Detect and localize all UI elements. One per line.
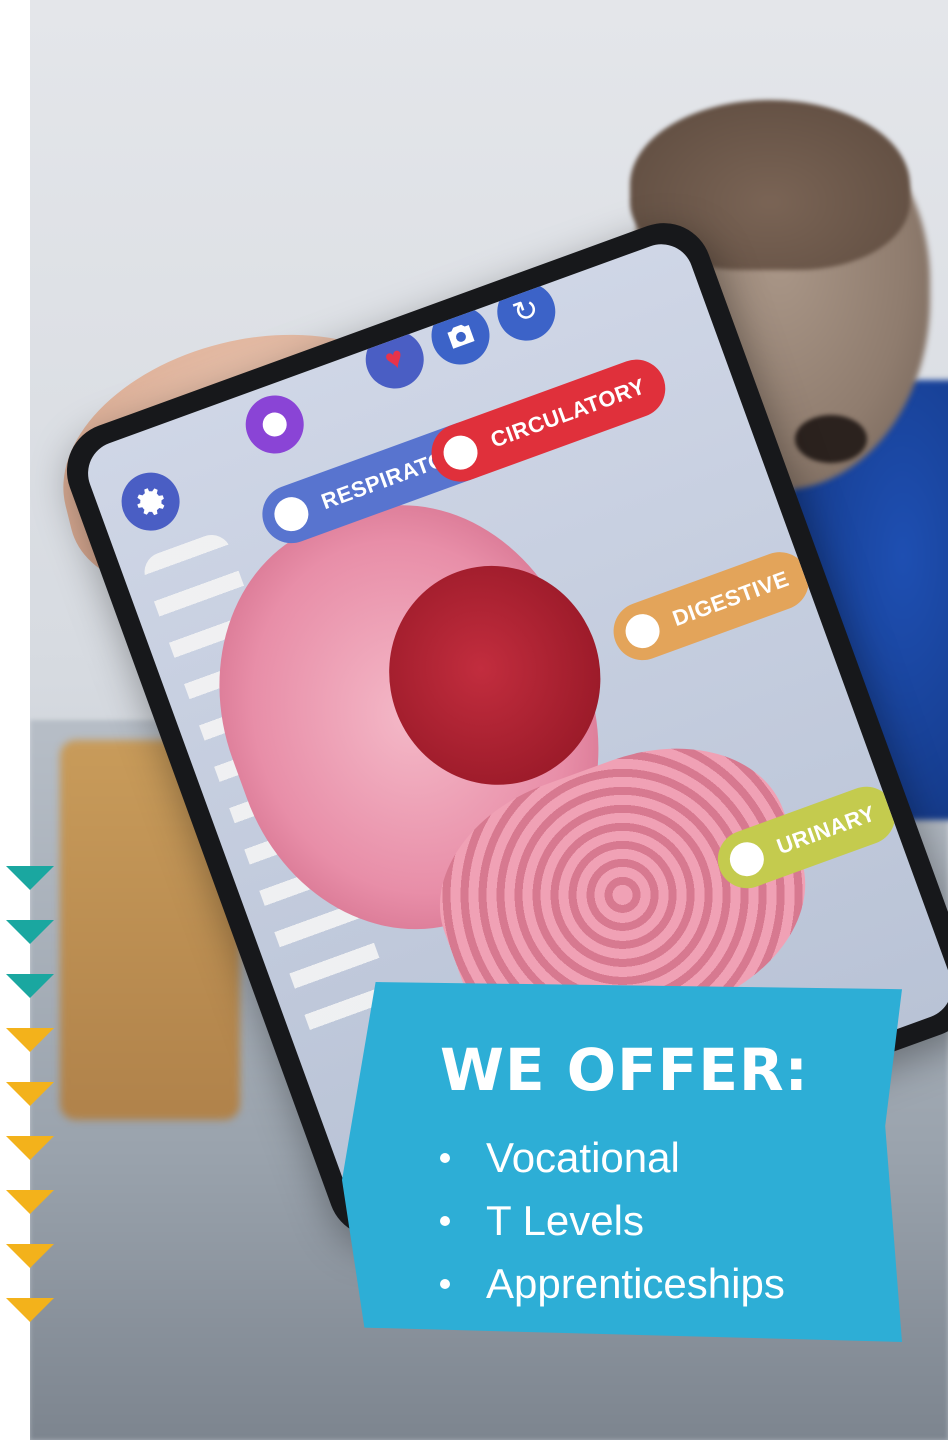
offer-item-label: T Levels <box>486 1196 644 1244</box>
marker-triangle <box>6 1136 54 1160</box>
offer-item-label: Apprenticeships <box>486 1259 785 1307</box>
marker-triangle <box>6 1298 54 1322</box>
decorative-markers <box>6 866 56 1352</box>
offer-item-apprenticeships: Apprenticeships <box>440 1252 785 1315</box>
marker-triangle <box>6 1244 54 1268</box>
record-dot <box>259 409 291 440</box>
offer-item-t-levels: T Levels <box>440 1189 785 1252</box>
page: ♥ ↻ RESPIRATORY CIRCULATORY DIGESTIVE UR… <box>0 0 948 1440</box>
bullet <box>440 1215 450 1226</box>
marker-triangle <box>6 1082 54 1106</box>
marker-triangle <box>6 1028 54 1052</box>
bullet <box>440 1278 450 1289</box>
record-icon[interactable] <box>237 387 312 462</box>
tag-circulatory-label: CIRCULATORY <box>487 373 649 453</box>
tag-respiratory-dot <box>269 492 314 536</box>
offer-item-vocational: Vocational <box>440 1126 785 1189</box>
tag-circulatory[interactable]: CIRCULATORY <box>423 351 674 490</box>
tag-digestive-dot <box>620 609 665 653</box>
marker-triangle <box>6 920 54 944</box>
bullet <box>440 1152 450 1163</box>
tag-circulatory-dot <box>438 430 483 475</box>
offer-title: WE OFFER: <box>440 1036 809 1104</box>
marker-triangle <box>6 974 54 998</box>
tag-digestive[interactable]: DIGESTIVE <box>605 544 817 669</box>
tag-digestive-label: DIGESTIVE <box>669 565 793 632</box>
rotate-camera-icon[interactable]: ↻ <box>489 274 564 349</box>
offer-item-label: Vocational <box>486 1133 680 1181</box>
tag-urinary-label: URINARY <box>773 800 879 860</box>
gear-icon-svg <box>137 488 165 516</box>
gear-icon[interactable] <box>113 464 188 539</box>
heart-pulse-icon[interactable]: ♥ <box>357 322 432 397</box>
offer-list: Vocational T Levels Apprenticeships <box>440 1126 785 1315</box>
tag-urinary-dot <box>725 837 769 881</box>
mannequin-mouth <box>795 415 867 463</box>
marker-triangle <box>6 1190 54 1214</box>
marker-triangle <box>6 866 54 890</box>
camera-icon-svg <box>447 324 475 349</box>
camera-icon[interactable] <box>423 298 498 373</box>
